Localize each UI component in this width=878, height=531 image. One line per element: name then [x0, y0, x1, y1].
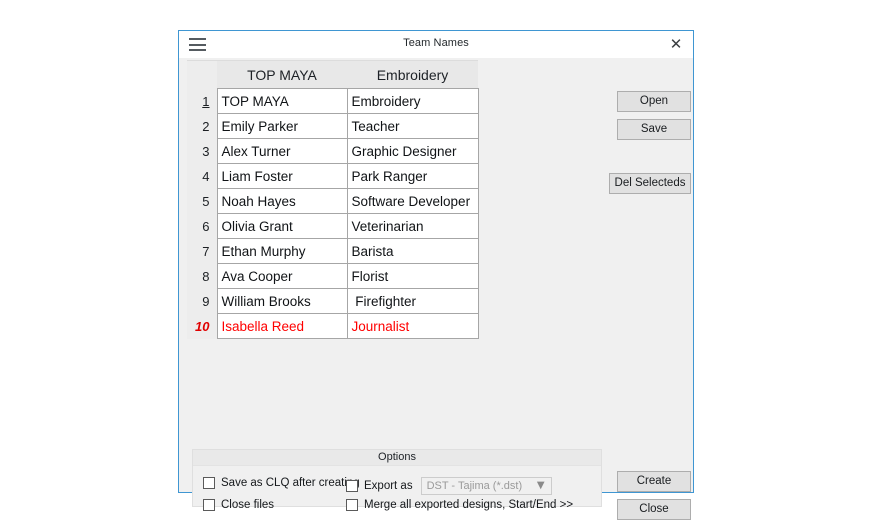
export-format-select[interactable]: DST - Tajima (*.dst) ▼ [420, 477, 552, 495]
cell-role[interactable]: Embroidery [346, 88, 479, 114]
cell-role[interactable]: Software Developer [346, 188, 479, 214]
create-button[interactable]: Create [617, 471, 691, 492]
cell-role[interactable]: Florist [346, 263, 479, 289]
row-number[interactable]: 7 [187, 238, 217, 264]
cell-name[interactable]: TOP MAYA [216, 88, 348, 114]
option-close-files[interactable]: Close files [203, 499, 274, 511]
option-export-as[interactable]: Export as DST - Tajima (*.dst) ▼ [346, 477, 552, 495]
row-number[interactable]: 3 [187, 138, 217, 164]
cell-name[interactable]: Ethan Murphy [216, 238, 348, 264]
close-button[interactable]: Close [617, 499, 691, 520]
hamburger-line-3 [189, 49, 206, 51]
cell-name[interactable]: Isabella Reed [216, 313, 348, 339]
del-selecteds-button[interactable]: Del Selecteds [609, 173, 691, 194]
row-number[interactable]: 9 [187, 288, 217, 314]
team-names-grid[interactable]: TOP MAYA Embroidery 1 TOP MAYA Embroidery 2… [187, 60, 479, 339]
row-number[interactable]: 8 [187, 263, 217, 289]
window-title: Team Names [403, 37, 469, 49]
cell-name[interactable]: William Brooks [216, 288, 348, 314]
row-number[interactable]: 5 [187, 188, 217, 214]
option-save-as-clq-label: Save as CLQ after creating [221, 477, 360, 489]
grid-table: TOP MAYA Embroidery 1 TOP MAYA Embroidery 2… [187, 61, 479, 339]
cell-role[interactable]: Teacher [346, 113, 479, 139]
option-close-files-label: Close files [221, 499, 275, 511]
grid-header-col-2[interactable]: Embroidery [347, 61, 478, 89]
cell-name[interactable]: Olivia Grant [216, 213, 348, 239]
row-number[interactable]: 10 [187, 313, 217, 339]
cell-role[interactable]: Veterinarian [346, 213, 479, 239]
option-export-as-label: Export as [364, 480, 413, 492]
table-row[interactable]: 2 Emily Parker Teacher [187, 113, 479, 139]
table-row[interactable]: 6 Olivia Grant Veterinarian [187, 213, 479, 239]
grid-header-rownum [187, 61, 217, 89]
cell-name[interactable]: Noah Hayes [216, 188, 348, 214]
option-save-as-clq[interactable]: Save as CLQ after creating [203, 477, 360, 489]
close-icon[interactable]: ✕ [665, 35, 687, 54]
option-merge-all[interactable]: Merge all exported designs, Start/End >> [346, 499, 573, 511]
table-row[interactable]: 5 Noah Hayes Software Developer [187, 188, 479, 214]
grid-header-col-1[interactable]: TOP MAYA [217, 61, 347, 89]
table-row[interactable]: 3 Alex Turner Graphic Designer [187, 138, 479, 164]
chevron-down-icon: ▼ [536, 480, 545, 491]
window-client-area: TOP MAYA Embroidery 1 TOP MAYA Embroidery 2… [179, 58, 693, 520]
cell-role[interactable]: Barista [346, 238, 479, 264]
checkbox-merge-all[interactable] [346, 499, 358, 511]
window-titlebar: Team Names ✕ [179, 31, 693, 59]
row-number[interactable]: 4 [187, 163, 217, 189]
grid-body: 1 TOP MAYA Embroidery 2 Emily Parker Teacher 3… [187, 88, 479, 339]
cell-role[interactable]: Journalist [346, 313, 479, 339]
cell-name[interactable]: Emily Parker [216, 113, 348, 139]
export-format-value: DST - Tajima (*.dst) [426, 480, 523, 492]
cell-name[interactable]: Liam Foster [216, 163, 348, 189]
checkbox-close-files[interactable] [203, 499, 215, 511]
checkbox-export-as[interactable] [346, 480, 358, 492]
option-merge-all-label: Merge all exported designs, Start/End >> [364, 499, 574, 511]
row-number[interactable]: 2 [187, 113, 217, 139]
save-button[interactable]: Save [617, 119, 691, 140]
cell-role[interactable]: Firefighter [346, 288, 479, 314]
row-number[interactable]: 1 [187, 88, 217, 114]
checkbox-save-as-clq[interactable] [203, 477, 215, 489]
cell-role[interactable]: Graphic Designer [346, 138, 479, 164]
options-group: Options Save as CLQ after creating Close… [192, 449, 602, 511]
options-group-title: Options [193, 450, 601, 466]
table-row[interactable]: 8 Ava Cooper Florist [187, 263, 479, 289]
cell-name[interactable]: Alex Turner [216, 138, 348, 164]
open-button[interactable]: Open [617, 91, 691, 112]
grid-header-row: TOP MAYA Embroidery [187, 61, 478, 89]
row-number[interactable]: 6 [187, 213, 217, 239]
team-names-window: Team Names ✕ TOP MAYA Embroidery 1 TOP MA… [178, 30, 694, 520]
table-row[interactable]: 10 Isabella Reed Journalist [187, 313, 479, 339]
table-row[interactable]: 9 William Brooks Firefighter [187, 288, 479, 314]
table-row[interactable]: 4 Liam Foster Park Ranger [187, 163, 479, 189]
table-row[interactable]: 1 TOP MAYA Embroidery [187, 88, 479, 114]
cell-role[interactable]: Park Ranger [346, 163, 479, 189]
table-row[interactable]: 7 Ethan Murphy Barista [187, 238, 479, 264]
cell-name[interactable]: Ava Cooper [216, 263, 348, 289]
